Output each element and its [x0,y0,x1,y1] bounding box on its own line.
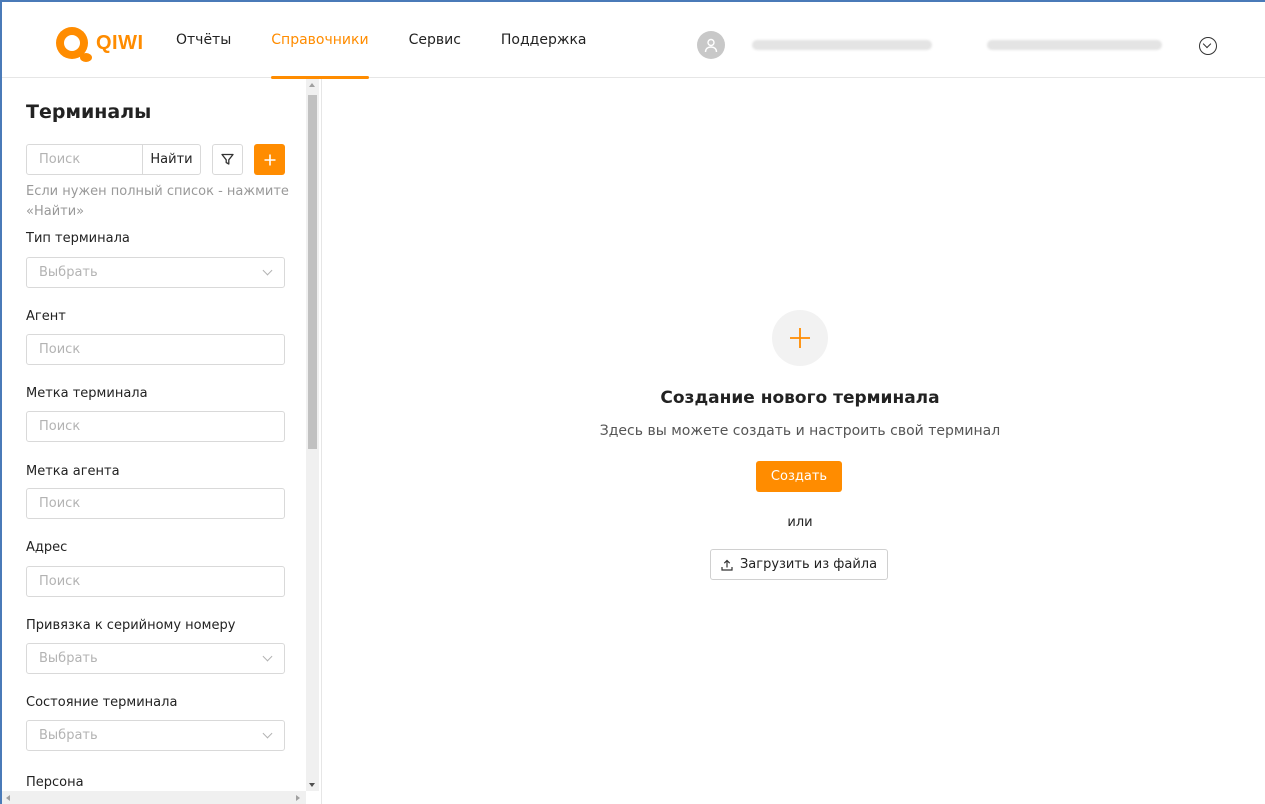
nav-reports[interactable]: Отчёты [176,2,231,78]
scroll-left-arrow-icon[interactable] [6,795,10,801]
terminal-state-select[interactable]: Выбрать [26,720,285,751]
agent-tag-label: Метка агента [26,464,120,479]
scroll-up-arrow-icon[interactable] [309,83,315,87]
find-button[interactable]: Найти [142,145,200,174]
search-hint: Если нужен полный список - нажмите «Найт… [26,184,289,219]
empty-state-subtitle: Здесь вы можете создать и настроить свой… [599,423,1001,439]
qiwi-logo-icon [56,27,92,62]
main-nav: Отчёты Справочники Сервис Поддержка [176,2,627,79]
add-terminal-button[interactable] [254,144,285,175]
serial-binding-value: Выбрать [39,651,98,666]
filter-button[interactable] [212,144,243,175]
terminal-state-label: Состояние терминала [26,695,178,710]
upload-icon [721,559,733,571]
chevron-down-icon [262,265,273,276]
agent-input[interactable]: Поиск [26,334,285,365]
terminal-state-value: Выбрать [39,728,98,743]
serial-binding-select[interactable]: Выбрать [26,643,285,674]
agent-label: Агент [26,309,66,324]
create-terminal-plus-icon[interactable] [772,310,828,366]
chevron-down-circle-icon[interactable] [1199,37,1217,55]
plus-icon [264,154,275,165]
terminal-type-label: Тип терминала [26,231,130,246]
scroll-right-arrow-icon[interactable] [296,795,300,801]
address-input[interactable]: Поиск [26,566,285,597]
sidebar-title: Терминалы [26,101,152,123]
empty-state-title: Создание нового терминала [660,388,940,408]
terminals-sidebar: Терминалы Найти Если нужен полный список… [2,79,322,804]
qiwi-logo[interactable]: QIWI [56,26,144,62]
chevron-down-icon [262,728,273,739]
sidebar-horizontal-scrollbar[interactable] [2,791,306,804]
chevron-down-icon [262,651,273,662]
terminal-type-value: Выбрать [39,265,98,280]
nav-service[interactable]: Сервис [409,2,461,78]
top-header: QIWI Отчёты Справочники Сервис Поддержка [2,2,1265,79]
logo-text: QIWI [96,31,144,54]
account-info-redacted [987,40,1162,50]
terminal-type-select[interactable]: Выбрать [26,257,285,288]
create-button[interactable]: Создать [756,461,842,492]
user-name-redacted [752,40,932,50]
filter-icon [221,153,234,165]
address-placeholder: Поиск [39,574,81,589]
serial-binding-label: Привязка к серийному номеру [26,618,236,633]
search-group: Найти [26,144,201,175]
nav-support[interactable]: Поддержка [501,2,587,78]
address-label: Адрес [26,540,68,555]
user-icon[interactable] [697,31,725,59]
search-input[interactable] [27,145,142,174]
agent-placeholder: Поиск [39,342,81,357]
nav-directories[interactable]: Справочники [271,2,369,79]
upload-from-file-button[interactable]: Загрузить из файла [710,549,888,580]
persona-label: Персона [26,775,84,790]
or-separator: или [787,515,813,530]
scroll-down-arrow-icon[interactable] [309,783,315,787]
agent-tag-placeholder: Поиск [39,496,81,511]
upload-button-label: Загрузить из файла [739,557,878,572]
